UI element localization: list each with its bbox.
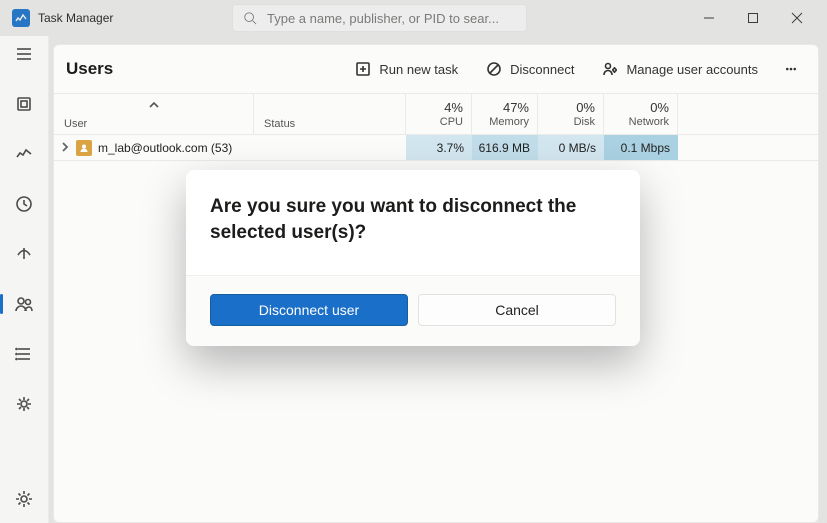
col-header-network[interactable]: 0% Network bbox=[604, 94, 678, 134]
nav-processes[interactable] bbox=[0, 86, 48, 122]
disconnect-button[interactable]: Disconnect bbox=[476, 55, 584, 83]
memory-pct: 47% bbox=[503, 100, 529, 115]
toolbar-manage-label: Manage user accounts bbox=[626, 62, 758, 77]
nav-users[interactable] bbox=[0, 286, 48, 322]
sidebar bbox=[0, 36, 49, 523]
sort-indicator bbox=[149, 96, 159, 114]
dialog-cancel-button[interactable]: Cancel bbox=[418, 294, 616, 326]
nav-app-history[interactable] bbox=[0, 186, 48, 222]
page-title: Users bbox=[66, 59, 113, 79]
toolbar: Run new task Disconnect Manage user acco… bbox=[345, 55, 806, 83]
more-icon bbox=[786, 61, 796, 77]
cell-name: m_lab@outlook.com (53) bbox=[54, 135, 254, 160]
dialog-disconnect-button[interactable]: Disconnect user bbox=[210, 294, 408, 326]
nav-startup[interactable] bbox=[0, 236, 48, 272]
dialog-title: Are you sure you want to disconnect the … bbox=[210, 194, 616, 245]
run-new-task-button[interactable]: Run new task bbox=[345, 55, 468, 83]
user-avatar-icon bbox=[76, 140, 92, 156]
toolbar-run-label: Run new task bbox=[379, 62, 458, 77]
col-name-label: User bbox=[64, 118, 243, 130]
run-task-icon bbox=[355, 61, 371, 77]
disconnect-icon bbox=[486, 61, 502, 77]
table-header: User Status 4% CPU 47% Memory 0% Disk 0%… bbox=[54, 93, 818, 135]
search-placeholder: Type a name, publisher, or PID to sear..… bbox=[267, 11, 499, 26]
hamburger-menu[interactable] bbox=[0, 36, 48, 72]
cell-status bbox=[254, 135, 406, 160]
cell-network: 0.1 Mbps bbox=[604, 135, 678, 160]
nav-performance[interactable] bbox=[0, 136, 48, 172]
col-status-label: Status bbox=[264, 118, 395, 130]
col-header-status[interactable]: Status bbox=[254, 94, 406, 134]
nav-services[interactable] bbox=[0, 386, 48, 422]
confirm-dialog: Are you sure you want to disconnect the … bbox=[186, 170, 640, 346]
cell-disk: 0 MB/s bbox=[538, 135, 604, 160]
expand-chevron-icon[interactable] bbox=[60, 141, 70, 155]
col-header-cpu[interactable]: 4% CPU bbox=[406, 94, 472, 134]
cell-memory: 616.9 MB bbox=[472, 135, 538, 160]
manage-accounts-button[interactable]: Manage user accounts bbox=[592, 55, 768, 83]
cpu-pct: 4% bbox=[444, 100, 463, 115]
network-label: Network bbox=[629, 116, 669, 128]
content-header: Users Run new task Disconnect Manage use… bbox=[54, 45, 818, 93]
network-pct: 0% bbox=[650, 100, 669, 115]
manage-accounts-icon bbox=[602, 61, 618, 77]
cell-cpu: 3.7% bbox=[406, 135, 472, 160]
cpu-label: CPU bbox=[440, 116, 463, 128]
nav-settings[interactable] bbox=[0, 481, 48, 517]
col-header-memory[interactable]: 47% Memory bbox=[472, 94, 538, 134]
col-header-disk[interactable]: 0% Disk bbox=[538, 94, 604, 134]
disk-label: Disk bbox=[574, 116, 595, 128]
search-icon bbox=[243, 11, 257, 25]
table-row[interactable]: m_lab@outlook.com (53) 3.7% 616.9 MB 0 M… bbox=[54, 135, 818, 161]
more-button[interactable] bbox=[776, 55, 806, 83]
nav-details[interactable] bbox=[0, 336, 48, 372]
search-input[interactable]: Type a name, publisher, or PID to sear..… bbox=[232, 4, 527, 32]
col-header-name[interactable]: User bbox=[54, 94, 254, 134]
disk-pct: 0% bbox=[576, 100, 595, 115]
toolbar-disconnect-label: Disconnect bbox=[510, 62, 574, 77]
user-name-text: m_lab@outlook.com (53) bbox=[98, 141, 232, 155]
memory-label: Memory bbox=[489, 116, 529, 128]
